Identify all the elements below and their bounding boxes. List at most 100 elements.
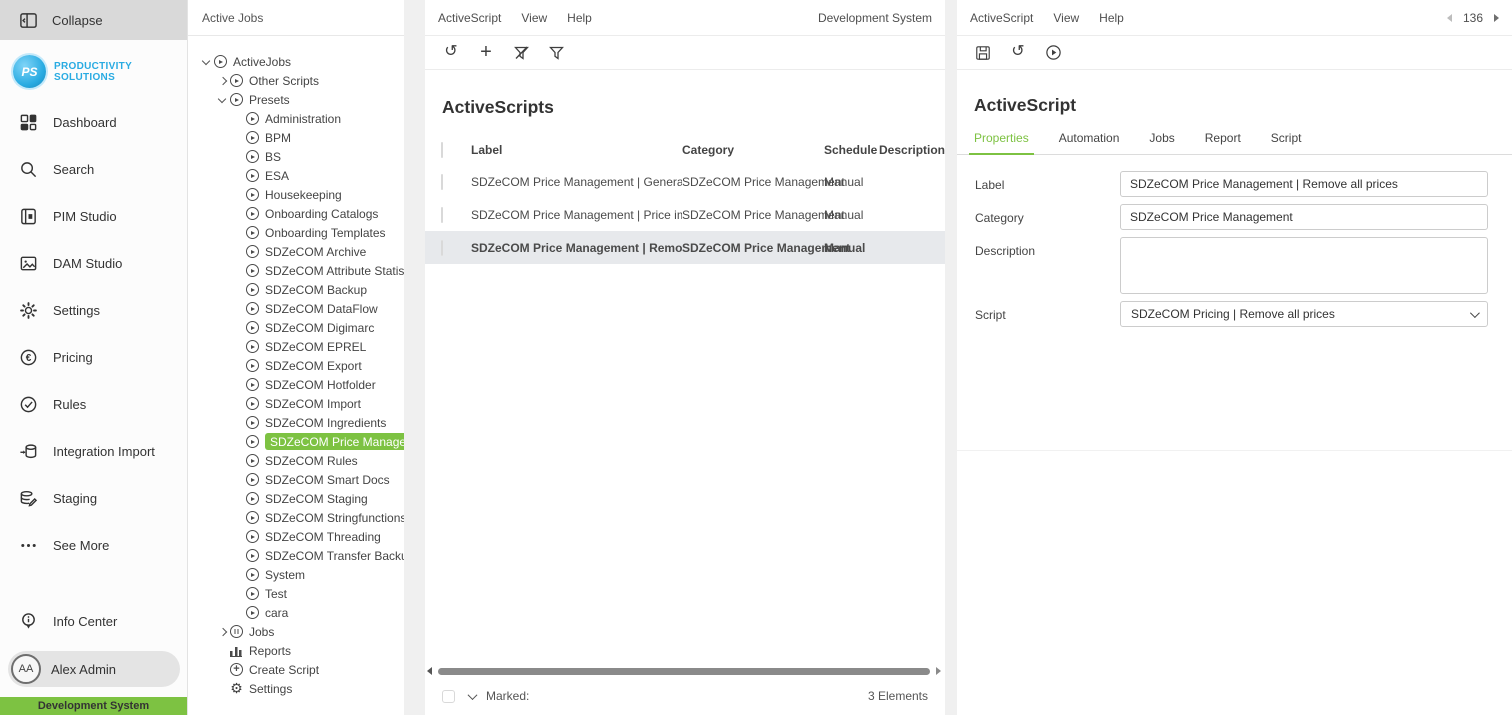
add-button[interactable]: +	[477, 44, 495, 62]
tree-item-label[interactable]: Presets	[249, 93, 290, 107]
tree-item[interactable]: SDZeCOM Import	[188, 394, 404, 413]
tree-item-label[interactable]: Other Scripts	[249, 74, 319, 88]
tab-automation[interactable]: Automation	[1059, 129, 1120, 154]
caret-icon[interactable]	[216, 663, 230, 677]
tree-item[interactable]: BPM	[188, 128, 404, 147]
tree-item-label[interactable]: Create Script	[249, 663, 319, 677]
menu-activescript[interactable]: ActiveScript	[970, 11, 1033, 25]
tree-item-label[interactable]: Jobs	[249, 625, 274, 639]
caret-icon[interactable]	[232, 264, 246, 278]
tree-item[interactable]: SDZeCOM Smart Docs	[188, 470, 404, 489]
tree-item[interactable]: ESA	[188, 166, 404, 185]
clear-filter-button[interactable]	[512, 44, 530, 62]
tree-item-label[interactable]: Onboarding Templates	[265, 226, 386, 240]
caret-icon[interactable]	[216, 93, 230, 107]
caret-icon[interactable]	[232, 150, 246, 164]
script-select[interactable]: SDZeCOM Pricing | Remove all prices	[1120, 301, 1488, 327]
table-row[interactable]: SDZeCOM Price Management | Generate v...…	[425, 165, 945, 198]
caret-icon[interactable]	[232, 131, 246, 145]
description-textarea[interactable]	[1120, 237, 1488, 294]
table-row[interactable]: SDZeCOM Price Management | Price import …	[425, 198, 945, 231]
tree-item[interactable]: SDZeCOM Ingredients	[188, 413, 404, 432]
tree-item-label[interactable]: Onboarding Catalogs	[265, 207, 378, 221]
caret-icon[interactable]	[232, 549, 246, 563]
tree-item[interactable]: SDZeCOM Threading	[188, 527, 404, 546]
tree-item[interactable]: cara	[188, 603, 404, 622]
tree-item-label[interactable]: SDZeCOM Hotfolder	[265, 378, 376, 392]
scrollbar-thumb[interactable]	[438, 668, 930, 675]
tree-item[interactable]: SDZeCOM Price Management	[188, 432, 404, 451]
table-row-selected[interactable]: SDZeCOM Price Management | Remove all...…	[425, 231, 945, 264]
sidebar-item-dashboard[interactable]: Dashboard	[0, 99, 187, 146]
tree-item[interactable]: ActiveJobs	[188, 52, 404, 71]
tree-item-label[interactable]: SDZeCOM Ingredients	[265, 416, 386, 430]
horizontal-scrollbar[interactable]	[427, 666, 941, 676]
caret-icon[interactable]	[232, 435, 246, 449]
scroll-left-icon[interactable]	[427, 667, 432, 675]
caret-icon[interactable]	[216, 74, 230, 88]
caret-icon[interactable]	[232, 397, 246, 411]
caret-icon[interactable]	[232, 606, 246, 620]
caret-icon[interactable]	[232, 473, 246, 487]
tree-item[interactable]: SDZeCOM EPREL	[188, 337, 404, 356]
chevron-down-icon[interactable]	[468, 690, 478, 700]
category-input[interactable]	[1120, 204, 1488, 230]
tree-item-label[interactable]: BPM	[265, 131, 291, 145]
tree-item-label[interactable]: Settings	[249, 682, 292, 696]
sidebar-item-pim-studio[interactable]: PIM Studio	[0, 193, 187, 240]
tree-item-label[interactable]: Reports	[249, 644, 291, 658]
menu-help[interactable]: Help	[567, 11, 592, 25]
tree-item-label[interactable]: SDZeCOM Price Management	[265, 433, 404, 450]
caret-icon[interactable]	[216, 644, 230, 658]
tree-item-label[interactable]: SDZeCOM DataFlow	[265, 302, 378, 316]
column-header-description[interactable]: Description	[879, 143, 945, 157]
tab-properties[interactable]: Properties	[974, 129, 1029, 154]
tree-item[interactable]: Administration	[188, 109, 404, 128]
caret-icon[interactable]	[232, 416, 246, 430]
sidebar-item-pricing[interactable]: € Pricing	[0, 334, 187, 381]
sidebar-item-staging[interactable]: Staging	[0, 475, 187, 522]
tree-item-label[interactable]: System	[265, 568, 305, 582]
tree-item-label[interactable]: ActiveJobs	[233, 55, 291, 69]
scroll-right-icon[interactable]	[936, 667, 941, 675]
filter-button[interactable]	[547, 44, 565, 62]
tree-item[interactable]: SDZeCOM Rules	[188, 451, 404, 470]
tree-item-label[interactable]: SDZeCOM Import	[265, 397, 361, 411]
column-header-schedule[interactable]: Schedule	[824, 143, 879, 157]
caret-icon[interactable]	[232, 454, 246, 468]
tree-item-label[interactable]: Administration	[265, 112, 341, 126]
caret-icon[interactable]	[232, 169, 246, 183]
tab-script[interactable]: Script	[1271, 129, 1302, 154]
tree-item-label[interactable]: SDZeCOM Staging	[265, 492, 368, 506]
column-header-category[interactable]: Category	[682, 143, 824, 157]
tree-item[interactable]: SDZeCOM Transfer Backup	[188, 546, 404, 565]
caret-icon[interactable]	[216, 682, 230, 696]
logo[interactable]: PS PRODUCTIVITY SOLUTIONS	[0, 40, 187, 99]
tree-item-label[interactable]: SDZeCOM Backup	[265, 283, 367, 297]
tree-item[interactable]: Housekeeping	[188, 185, 404, 204]
marked-checkbox[interactable]	[442, 690, 455, 703]
caret-icon[interactable]	[232, 340, 246, 354]
tree-item[interactable]: SDZeCOM Attribute Statistics	[188, 261, 404, 280]
caret-icon[interactable]	[232, 226, 246, 240]
caret-icon[interactable]	[232, 530, 246, 544]
tree-item[interactable]: Test	[188, 584, 404, 603]
tree-item-label[interactable]: SDZeCOM Digimarc	[265, 321, 374, 335]
caret-icon[interactable]	[232, 207, 246, 221]
tree-item-label[interactable]: SDZeCOM Rules	[265, 454, 358, 468]
tab-report[interactable]: Report	[1205, 129, 1241, 154]
previous-record-icon[interactable]	[1447, 14, 1452, 22]
user-menu[interactable]: AA Alex Admin	[8, 651, 180, 687]
tree-item[interactable]: SDZeCOM Staging	[188, 489, 404, 508]
tree-item[interactable]: BS	[188, 147, 404, 166]
sidebar-item-see-more[interactable]: See More	[0, 522, 187, 569]
tree-item-label[interactable]: SDZeCOM Attribute Statistics	[265, 264, 404, 278]
caret-icon[interactable]	[232, 378, 246, 392]
row-checkbox[interactable]	[441, 207, 443, 223]
caret-icon[interactable]	[232, 302, 246, 316]
tree-item-label[interactable]: SDZeCOM Stringfunctions	[265, 511, 404, 525]
refresh-button[interactable]: ↺	[442, 44, 460, 62]
tree-item-label[interactable]: SDZeCOM Threading	[265, 530, 381, 544]
tree-item[interactable]: SDZeCOM Digimarc	[188, 318, 404, 337]
caret-icon[interactable]	[232, 587, 246, 601]
